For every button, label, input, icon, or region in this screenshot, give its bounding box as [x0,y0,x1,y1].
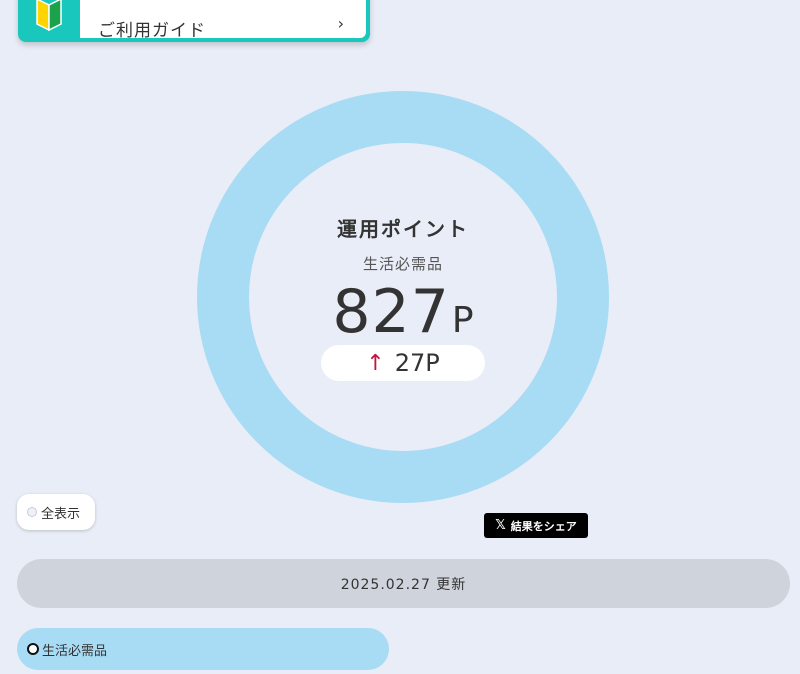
share-button[interactable]: 𝕏 結果をシェア [484,513,588,538]
category-chip[interactable]: 生活必需品 [17,628,389,670]
show-all-label: 全表示 [41,506,81,522]
arrow-up-icon: ↑ [366,350,385,376]
ring-center: 運用ポイント 生活必需品 827P ↑ 27P [197,91,609,503]
points-unit: P [451,300,474,341]
chevron-right-icon: › [337,14,344,33]
ring-title: 運用ポイント [337,217,469,241]
radio-icon [27,507,37,517]
radio-selected-icon [27,643,39,655]
guide-banner[interactable]: ご利用ガイド › [18,0,370,42]
points-delta-badge: ↑ 27P [321,345,485,381]
show-all-filter[interactable]: 全表示 [17,494,95,530]
guide-label: ご利用ガイド [98,21,206,41]
points-delta: 27P [394,349,440,377]
points-value: 827P [197,277,609,347]
beginner-mark-icon [18,0,80,42]
points-ring: 運用ポイント 生活必需品 827P ↑ 27P [197,91,609,503]
ring-category: 生活必需品 [362,255,443,273]
category-chip-label: 生活必需品 [42,643,108,659]
points-number: 827 [332,277,450,347]
x-logo-icon: 𝕏 [495,518,506,533]
share-label: 結果をシェア [510,519,577,533]
update-date: 2025.02.27 更新 [340,576,467,593]
update-date-bar: 2025.02.27 更新 [17,559,790,608]
